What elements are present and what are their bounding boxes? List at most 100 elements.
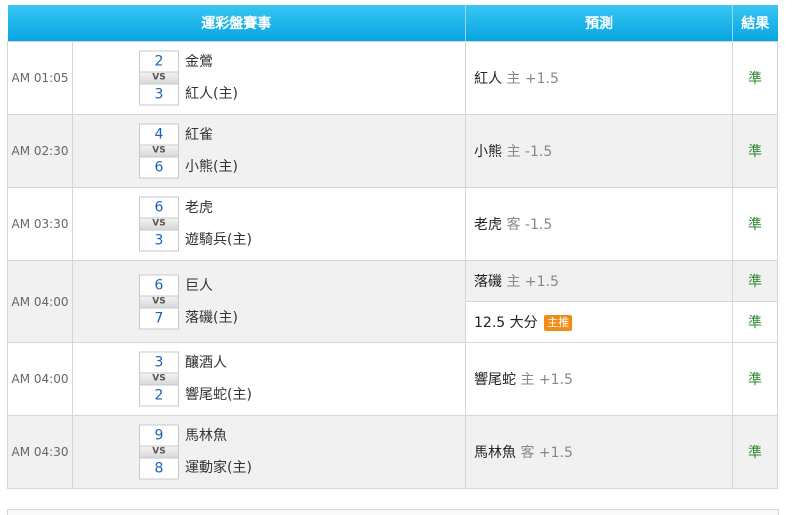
table-row: AM 03:30 6 VS 3 老虎 遊騎兵(主) 老虎 客 -1.5 準 [7,187,778,261]
prediction-result: 準 [732,187,778,261]
prediction-result: 準 [732,342,778,416]
score-box: 9 VS 8 [139,424,179,480]
table-row: AM 04:00 6 VS 7 巨人 落磯(主) 落磯 主 +1.5 準 [7,260,778,343]
header-result: 結果 [732,5,778,42]
home-team: 小熊(主) [185,159,238,175]
home-score: 3 [154,86,164,103]
game-time: AM 02:30 [7,114,73,188]
prediction-side: 主 [520,372,535,388]
games-body: AM 01:05 2 VS 3 金鶯 紅人(主) 紅人 主 +1.5 準 AM … [7,41,778,489]
prediction-result: 準 [732,301,778,343]
home-score: 2 [154,387,164,404]
vs-label: VS [140,372,178,386]
away-score: 2 [154,53,164,70]
prediction: 老虎 客 -1.5 [465,187,733,261]
game-time: AM 04:30 [7,415,73,489]
game-time: AM 01:05 [7,41,73,115]
matchup: 3 VS 2 釀酒人 響尾蛇(主) [72,342,466,416]
away-score: 9 [154,427,164,444]
next-section-edge [7,509,779,515]
home-team: 落磯(主) [185,309,238,326]
prediction: 12.5 大分 主推 [465,301,733,343]
matchup: 4 VS 6 紅雀 小熊(主) [72,114,466,188]
home-team: 紅人(主) [185,86,238,102]
prediction: 小熊 主 -1.5 [465,114,733,188]
table-row: AM 04:00 3 VS 2 釀酒人 響尾蛇(主) 響尾蛇 主 +1.5 準 [7,342,778,416]
away-team: 紅雀 [185,127,213,143]
game-time: AM 04:00 [7,260,73,343]
team-names: 巨人 落磯(主) [185,270,238,334]
prediction-result: 準 [732,114,778,188]
vs-label: VS [140,71,178,85]
prediction: 響尾蛇 主 +1.5 [465,342,733,416]
vs-label: VS [140,295,178,308]
prediction-team: 馬林魚 [474,445,516,461]
score-box: 2 VS 3 [139,50,179,106]
away-team: 馬林魚 [185,428,227,444]
vs-label: VS [140,144,178,158]
prediction-line: +1.5 [524,274,559,290]
away-score: 3 [154,354,164,371]
prediction-line: +1.5 [524,71,559,87]
team-names: 老虎 遊騎兵(主) [185,192,252,256]
home-score: 6 [154,159,164,176]
prediction-side: 主 [506,144,521,160]
prediction-team: 紅人 [474,71,502,87]
table-header: 運彩盤賽事 預測 結果 [7,5,778,42]
team-names: 釀酒人 響尾蛇(主) [185,347,252,411]
prediction-team: 老虎 [474,217,502,233]
team-names: 馬林魚 運動家(主) [185,420,252,484]
prediction-result: 準 [732,415,778,489]
prediction-team: 響尾蛇 [474,372,516,388]
away-score: 6 [154,277,164,293]
prediction-line: -1.5 [524,217,553,233]
prediction-side: 主 [506,71,521,87]
prediction-line: +1.5 [538,445,573,461]
prediction: 馬林魚 客 +1.5 [465,415,733,489]
prediction-line: -1.5 [524,144,553,160]
home-team: 遊騎兵(主) [185,232,252,248]
prediction-team: 小熊 [474,144,502,160]
matchup: 9 VS 8 馬林魚 運動家(主) [72,415,466,489]
home-team: 響尾蛇(主) [185,387,252,403]
away-team: 釀酒人 [185,355,227,371]
away-score: 4 [154,126,164,143]
prediction-side: 主 [506,274,521,290]
home-score: 3 [154,232,164,249]
team-names: 紅雀 小熊(主) [185,119,238,183]
prediction-result: 準 [732,41,778,115]
team-names: 金鶯 紅人(主) [185,46,238,110]
home-score: 7 [154,310,164,326]
prediction-result: 準 [732,260,778,302]
away-team: 老虎 [185,200,213,216]
score-box: 3 VS 2 [139,351,179,407]
game-time: AM 03:30 [7,187,73,261]
away-score: 6 [154,199,164,216]
matchup: 2 VS 3 金鶯 紅人(主) [72,41,466,115]
prediction: 落磯 主 +1.5 [465,260,733,302]
home-team: 運動家(主) [185,460,252,476]
away-team: 金鶯 [185,54,213,70]
table-row: AM 04:30 9 VS 8 馬林魚 運動家(主) 馬林魚 客 +1.5 準 [7,415,778,489]
header-prediction: 預測 [465,5,733,42]
vs-label: VS [140,217,178,231]
game-time: AM 04:00 [7,342,73,416]
table-row: AM 02:30 4 VS 6 紅雀 小熊(主) 小熊 主 -1.5 準 [7,114,778,188]
prediction-team: 落磯 [474,274,502,290]
matchup: 6 VS 7 巨人 落磯(主) [72,260,466,343]
prediction: 紅人 主 +1.5 [465,41,733,115]
away-team: 巨人 [185,277,213,294]
header-match: 運彩盤賽事 [7,5,466,42]
games-table: 運彩盤賽事 預測 結果 AM 01:05 2 VS 3 金鶯 紅人(主) 紅人 [7,5,778,489]
featured-pick-badge: 主推 [544,315,573,331]
matchup: 6 VS 3 老虎 遊騎兵(主) [72,187,466,261]
score-box: 6 VS 7 [139,274,179,329]
prediction-side: 客 [506,217,521,233]
table-row: AM 01:05 2 VS 3 金鶯 紅人(主) 紅人 主 +1.5 準 [7,41,778,115]
prediction-team: 12.5 大分 [474,315,538,331]
home-score: 8 [154,460,164,477]
score-box: 6 VS 3 [139,196,179,252]
score-box: 4 VS 6 [139,123,179,179]
vs-label: VS [140,445,178,459]
prediction-line: +1.5 [538,372,573,388]
